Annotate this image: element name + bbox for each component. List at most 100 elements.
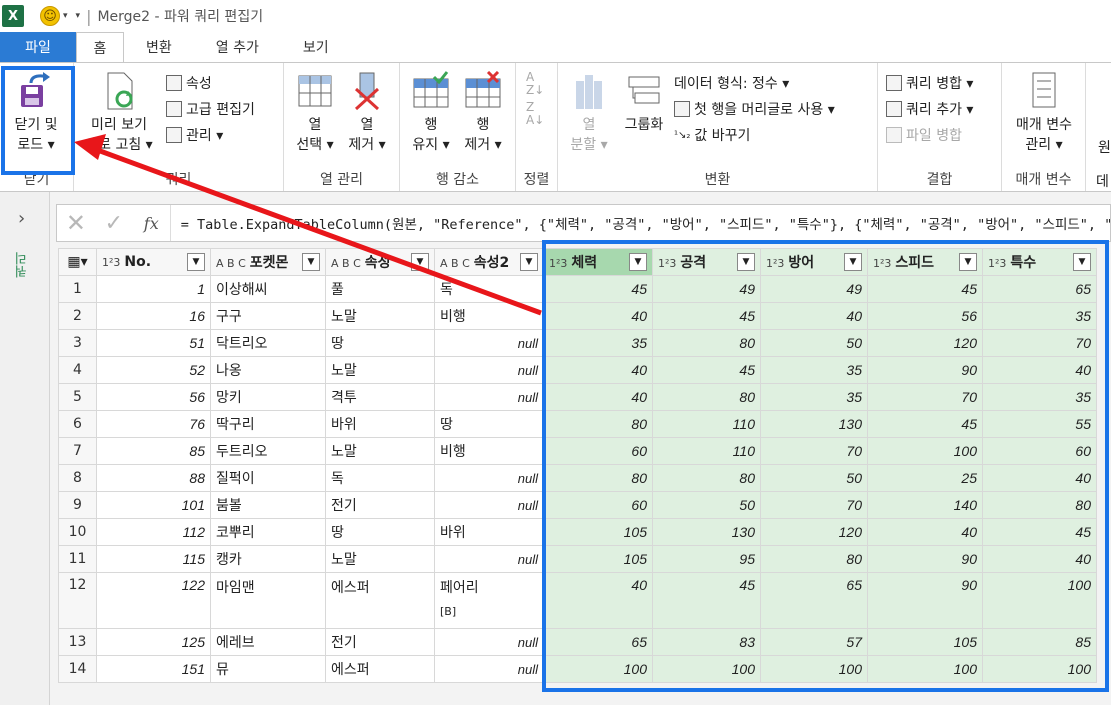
cell-no[interactable]: 1 <box>96 275 211 303</box>
cell-spd[interactable]: 120 <box>867 329 983 357</box>
type-icon[interactable]: 1²3 <box>102 256 120 269</box>
cell-t2[interactable]: null <box>434 329 544 357</box>
cell-hp[interactable]: 40 <box>543 302 653 330</box>
row-number[interactable]: 5 <box>58 383 97 411</box>
type-icon[interactable]: 1²3 <box>766 257 784 270</box>
replace-values-button[interactable]: ¹↘₂ 값 바꾸기 <box>674 125 750 145</box>
row-number[interactable]: 14 <box>58 655 97 683</box>
row-number[interactable]: 13 <box>58 628 97 656</box>
cell-name[interactable]: 딱구리 <box>210 410 326 438</box>
row-number[interactable]: 8 <box>58 464 97 492</box>
cell-atk[interactable]: 49 <box>652 275 761 303</box>
cell-no[interactable]: 51 <box>96 329 211 357</box>
cell-name[interactable]: 캥카 <box>210 545 326 573</box>
cell-atk[interactable]: 45 <box>652 356 761 384</box>
cell-t1[interactable]: 노말 <box>325 545 435 573</box>
cell-t1[interactable]: 노말 <box>325 437 435 465</box>
cell-atk[interactable]: 95 <box>652 545 761 573</box>
cell-name[interactable]: 뮤 <box>210 655 326 683</box>
row-number[interactable]: 3 <box>58 329 97 357</box>
cell-name[interactable]: 이상해씨 <box>210 275 326 303</box>
close-and-load-button[interactable]: 닫기 및 로드 ▾ <box>4 71 68 155</box>
cell-t2[interactable]: 독 <box>434 275 544 303</box>
cell-t1[interactable]: 바위 <box>325 410 435 438</box>
column-header-pokemon[interactable]: A B C 포켓몬 ▼ <box>210 248 326 276</box>
cell-sp[interactable]: 60 <box>982 437 1097 465</box>
choose-columns-button[interactable]: 열 선택 ▾ <box>290 71 340 155</box>
cell-name[interactable]: 에레브 <box>210 628 326 656</box>
cell-t1[interactable]: 독 <box>325 464 435 492</box>
cell-def[interactable]: 80 <box>760 545 868 573</box>
cell-no[interactable]: 112 <box>96 518 211 546</box>
cell-spd[interactable]: 45 <box>867 275 983 303</box>
row-number[interactable]: 6 <box>58 410 97 438</box>
cell-no[interactable]: 88 <box>96 464 211 492</box>
cell-t2[interactable]: 비행 <box>434 302 544 330</box>
cell-sp[interactable]: 35 <box>982 302 1097 330</box>
cell-t2[interactable]: 땅 <box>434 410 544 438</box>
cell-hp[interactable]: 35 <box>543 329 653 357</box>
cell-spd[interactable]: 40 <box>867 518 983 546</box>
cell-no[interactable]: 101 <box>96 491 211 519</box>
preview-refresh-button[interactable]: 미리 보기 새로 고침 ▾ <box>82 71 156 155</box>
column-header-type2[interactable]: A B C 속성2 ▼ <box>434 248 544 276</box>
cell-name[interactable]: 나옹 <box>210 356 326 384</box>
column-header-attack[interactable]: 1²3 공격 ▼ <box>652 248 761 276</box>
expand-pane-icon[interactable]: › <box>18 208 25 229</box>
row-number[interactable]: 7 <box>58 437 97 465</box>
cell-atk[interactable]: 100 <box>652 655 761 683</box>
cancel-formula-icon[interactable]: ✕ <box>57 209 95 237</box>
cell-def[interactable]: 70 <box>760 491 868 519</box>
tab-view[interactable]: 보기 <box>281 32 351 62</box>
cell-t1[interactable]: 노말 <box>325 356 435 384</box>
cell-def[interactable]: 35 <box>760 383 868 411</box>
tab-add-column[interactable]: 열 추가 <box>194 32 281 62</box>
filter-dropdown-icon[interactable]: ▼ <box>737 253 755 271</box>
sort-ascending-icon[interactable]: A Z↓ <box>526 71 544 97</box>
cell-hp[interactable]: 40 <box>543 383 653 411</box>
smiley-feedback-icon[interactable]: ☺ <box>40 6 60 26</box>
cell-sp[interactable]: 55 <box>982 410 1097 438</box>
cutoff-button-label[interactable]: 원 <box>1098 137 1111 157</box>
group-by-button[interactable]: 그룹화 <box>616 71 672 135</box>
cell-atk[interactable]: 50 <box>652 491 761 519</box>
cell-t1[interactable]: 풀 <box>325 275 435 303</box>
row-number[interactable]: 1 <box>58 275 97 303</box>
filter-dropdown-icon[interactable]: ▼ <box>959 253 977 271</box>
cell-t2[interactable]: null <box>434 491 544 519</box>
cell-spd[interactable]: 100 <box>867 655 983 683</box>
manage-button[interactable]: 관리 ▾ <box>166 125 223 145</box>
filter-dropdown-icon[interactable]: ▼ <box>411 253 429 271</box>
cell-atk[interactable]: 80 <box>652 383 761 411</box>
column-header-speed[interactable]: 1²3 스피드 ▼ <box>867 248 983 276</box>
column-header-defense[interactable]: 1²3 방어 ▼ <box>760 248 868 276</box>
cell-hp[interactable]: 105 <box>543 518 653 546</box>
sort-descending-icon[interactable]: Z A↓ <box>526 101 544 127</box>
cell-def[interactable]: 130 <box>760 410 868 438</box>
cell-sp[interactable]: 35 <box>982 383 1097 411</box>
row-number[interactable]: 11 <box>58 545 97 573</box>
merge-queries-button[interactable]: 쿼리 병합 ▾ <box>886 73 973 93</box>
cell-spd[interactable]: 100 <box>867 437 983 465</box>
type-icon[interactable]: A B C <box>331 257 361 270</box>
commit-formula-icon[interactable]: ✓ <box>95 211 133 236</box>
column-header-no[interactable]: 1²3 No. ▼ <box>96 248 211 276</box>
cell-t2[interactable]: null <box>434 356 544 384</box>
cell-hp[interactable]: 60 <box>543 491 653 519</box>
cell-def[interactable]: 100 <box>760 655 868 683</box>
cell-name[interactable]: 질퍽이 <box>210 464 326 492</box>
cell-no[interactable]: 76 <box>96 410 211 438</box>
cell-t2[interactable]: null <box>434 383 544 411</box>
filter-dropdown-icon[interactable]: ▼ <box>302 253 320 271</box>
cell-t2[interactable]: null <box>434 655 544 683</box>
cell-spd[interactable]: 90 <box>867 545 983 573</box>
column-header-hp[interactable]: 1²3 체력 ▼ <box>543 248 653 276</box>
cell-atk[interactable]: 110 <box>652 410 761 438</box>
filter-dropdown-icon[interactable]: ▼ <box>629 253 647 271</box>
cell-hp[interactable]: 100 <box>543 655 653 683</box>
cell-spd[interactable]: 90 <box>867 356 983 384</box>
cell-sp[interactable]: 100 <box>982 572 1097 629</box>
tab-file[interactable]: 파일 <box>0 32 76 62</box>
split-column-button[interactable]: 열 분할 ▾ <box>564 71 614 155</box>
cell-name[interactable]: 구구 <box>210 302 326 330</box>
